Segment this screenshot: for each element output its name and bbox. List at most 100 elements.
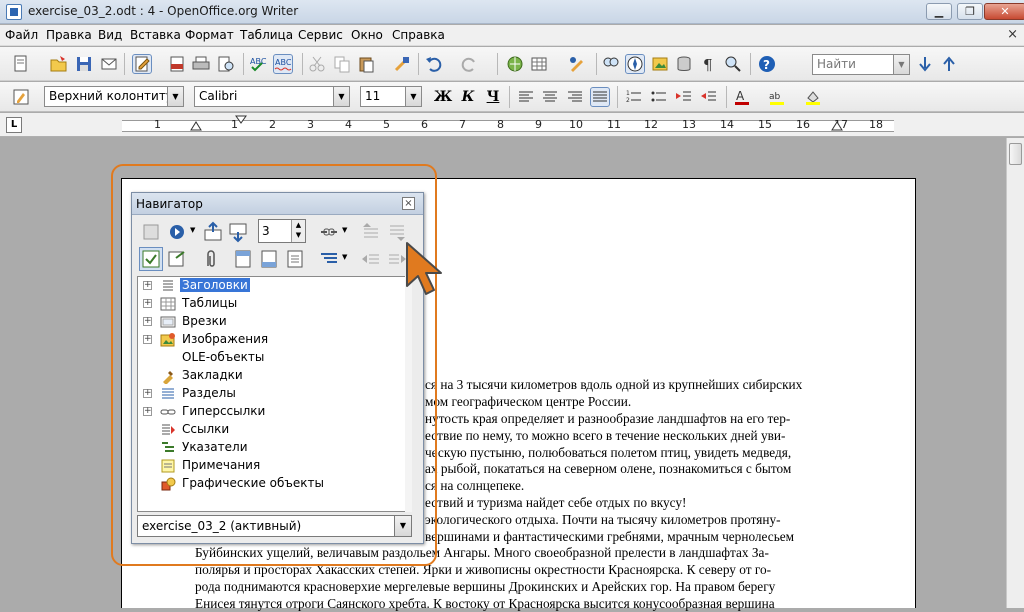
close-window-button[interactable]: ✕: [984, 3, 1024, 20]
menu-format[interactable]: Формат: [185, 28, 234, 42]
toggle-icon[interactable]: [140, 221, 162, 243]
autospellcheck-icon[interactable]: ABC: [273, 54, 293, 74]
promote-level-icon[interactable]: [360, 248, 382, 270]
font-size-combo[interactable]: 11 ▼: [360, 86, 422, 107]
navigator-tree-row[interactable]: + Заголовки: [138, 277, 410, 295]
navigator-tree-row[interactable]: Ссылки: [138, 421, 410, 439]
drag-mode-dropdown-icon[interactable]: ▼: [342, 226, 347, 234]
navigator-tree-row[interactable]: + Изображения: [138, 331, 410, 349]
open-icon[interactable]: [50, 55, 68, 73]
edit-mode-icon[interactable]: [132, 54, 152, 74]
background-color-icon[interactable]: [804, 88, 822, 106]
document-dropdown-icon[interactable]: ▼: [394, 516, 411, 536]
navigator-tree-row[interactable]: OLE-объекты: [138, 349, 410, 367]
decrease-indent-icon[interactable]: [675, 88, 693, 106]
menu-window[interactable]: Окно: [351, 28, 383, 42]
navigation-dropdown-icon[interactable]: ▼: [190, 226, 195, 234]
gallery-icon[interactable]: [651, 55, 669, 73]
heading-levels-dropdown-icon[interactable]: ▼: [342, 253, 347, 261]
find-dropdown-icon[interactable]: ▼: [893, 55, 909, 74]
close-document-icon[interactable]: ×: [1007, 27, 1018, 42]
navigator-tree[interactable]: + Заголовки + Таблицы + Врезки + Изображения OLE…: [137, 276, 412, 512]
show-draw-functions-icon[interactable]: [568, 55, 586, 73]
document-selector[interactable]: exercise_03_2 (активный) ▼: [137, 515, 412, 537]
navigator-tree-row[interactable]: Примечания: [138, 457, 410, 475]
minimize-button[interactable]: ▁: [926, 3, 952, 20]
next-object-icon[interactable]: [227, 221, 249, 243]
bullets-icon[interactable]: [650, 88, 668, 106]
list-box-toggle-icon[interactable]: [139, 247, 163, 271]
expand-icon[interactable]: +: [143, 389, 152, 398]
spellcheck-icon[interactable]: ABC: [249, 55, 267, 73]
bold-button[interactable]: Ж: [433, 88, 453, 106]
save-icon[interactable]: [75, 55, 93, 73]
print-icon[interactable]: [192, 55, 210, 73]
increase-indent-icon[interactable]: [700, 88, 718, 106]
spinner-arrows-icon[interactable]: ▲ ▼: [291, 220, 305, 242]
align-left-icon[interactable]: [517, 88, 535, 106]
help-icon[interactable]: ?: [758, 55, 776, 73]
menu-table[interactable]: Таблица: [240, 28, 293, 42]
numbering-icon[interactable]: 12: [625, 88, 643, 106]
font-dropdown-icon[interactable]: ▼: [333, 87, 349, 106]
menu-insert[interactable]: Вставка: [130, 28, 181, 42]
first-line-indent-marker[interactable]: [235, 115, 247, 125]
footer-icon[interactable]: [258, 248, 280, 270]
data-sources-icon[interactable]: [675, 55, 693, 73]
menu-tools[interactable]: Сервис: [298, 28, 343, 42]
italic-button[interactable]: К: [458, 88, 478, 106]
zoom-icon[interactable]: [724, 55, 742, 73]
export-pdf-icon[interactable]: [168, 55, 186, 73]
navigator-tree-row[interactable]: Закладки: [138, 367, 410, 385]
navigation-icon[interactable]: [166, 221, 188, 243]
find-previous-icon[interactable]: [940, 55, 958, 73]
highlighting-icon[interactable]: ab: [768, 88, 786, 106]
menu-file[interactable]: Файл: [5, 28, 38, 42]
expand-icon[interactable]: +: [143, 317, 152, 326]
reminder-icon[interactable]: [200, 248, 222, 270]
size-dropdown-icon[interactable]: ▼: [405, 87, 421, 106]
right-indent-marker[interactable]: [831, 119, 843, 131]
header-icon[interactable]: [232, 248, 254, 270]
navigator-tree-row[interactable]: Указатели: [138, 439, 410, 457]
tab-stop-selector[interactable]: L: [6, 117, 22, 133]
vertical-scrollbar[interactable]: [1006, 138, 1024, 608]
formatting-marks-icon[interactable]: ¶: [700, 55, 718, 73]
new-document-icon[interactable]: [12, 55, 30, 73]
clone-formatting-icon[interactable]: [393, 55, 411, 73]
navigator-tree-row[interactable]: + Врезки: [138, 313, 410, 331]
menu-view[interactable]: Вид: [98, 28, 122, 42]
print-preview-icon[interactable]: [217, 55, 235, 73]
content-view-icon[interactable]: [166, 248, 188, 270]
table-icon[interactable]: [530, 55, 548, 73]
styles-formatting-icon[interactable]: [12, 88, 30, 106]
align-center-icon[interactable]: [541, 88, 559, 106]
scrollbar-thumb[interactable]: [1009, 143, 1022, 165]
navigator-tree-row[interactable]: + Таблицы: [138, 295, 410, 313]
expand-icon[interactable]: +: [143, 335, 152, 344]
hyperlink-icon[interactable]: [506, 55, 524, 73]
page-number-spinner[interactable]: 3 ▲ ▼: [258, 219, 306, 243]
navigator-close-button[interactable]: ×: [402, 197, 415, 210]
navigator-tree-row[interactable]: Графические объекты: [138, 475, 410, 493]
anchor-text-icon[interactable]: [284, 248, 306, 270]
align-right-icon[interactable]: [566, 88, 584, 106]
redo-icon[interactable]: [460, 55, 478, 73]
font-color-icon[interactable]: A: [733, 88, 751, 106]
heading-levels-icon[interactable]: [318, 248, 340, 270]
find-replace-icon[interactable]: [602, 55, 620, 73]
tree-scrollbar[interactable]: [405, 276, 412, 512]
font-name-combo[interactable]: Calibri ▼: [194, 86, 350, 107]
promote-chapter-icon[interactable]: [360, 221, 382, 243]
restore-button[interactable]: ❐: [957, 3, 983, 20]
underline-button[interactable]: Ч: [483, 88, 503, 106]
previous-object-icon[interactable]: [202, 221, 224, 243]
navigator-icon[interactable]: [625, 54, 645, 74]
expand-icon[interactable]: +: [143, 407, 152, 416]
navigator-title-bar[interactable]: Навигатор ×: [132, 193, 423, 215]
find-input[interactable]: Найти ▼: [812, 54, 910, 75]
navigator-tree-row[interactable]: + Разделы: [138, 385, 410, 403]
expand-icon[interactable]: +: [143, 281, 152, 290]
copy-icon[interactable]: [333, 55, 351, 73]
paste-icon[interactable]: [357, 55, 375, 73]
